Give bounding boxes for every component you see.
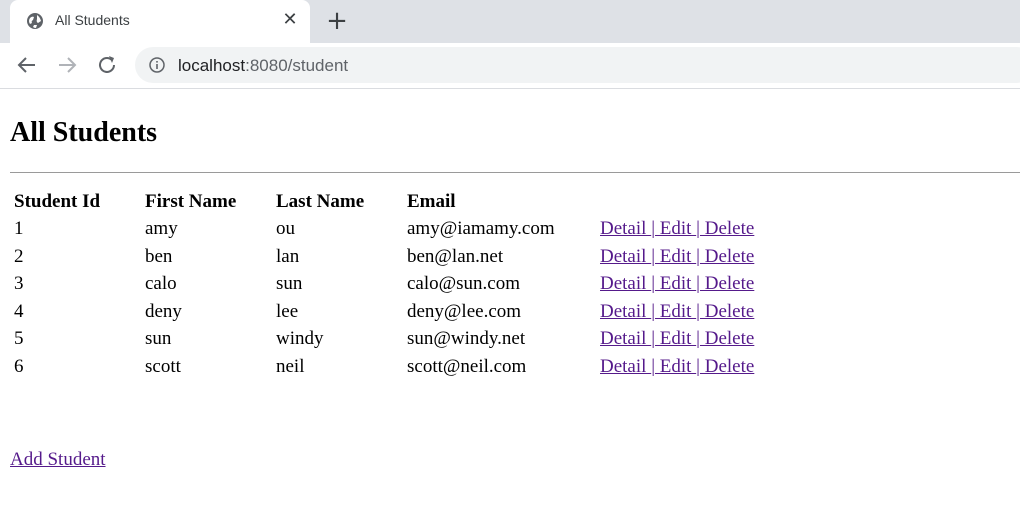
column-header-last-name: Last Name [276, 190, 365, 212]
student-id-cell: 4 [14, 300, 24, 322]
last-name-cell: windy [276, 328, 324, 350]
globe-icon [27, 13, 43, 29]
first-name-cell: sun [145, 328, 172, 350]
column-header-actions [598, 189, 756, 215]
email-cell: amy@iamamy.com [407, 218, 555, 240]
back-arrow-icon[interactable] [15, 53, 39, 77]
first-name-cell: deny [145, 300, 182, 322]
edit-link[interactable]: Edit [655, 246, 696, 267]
table-row: 4 deny lee deny@lee.com Detail | Edit | … [12, 299, 756, 325]
actions-cell: Detail | Edit | Delete [598, 327, 756, 353]
first-name-cell: scott [145, 355, 181, 377]
delete-link[interactable]: Delete [700, 301, 755, 322]
close-tab-icon[interactable]: ✕ [281, 10, 299, 30]
delete-link[interactable]: Delete [700, 356, 755, 377]
column-header-student-id: Student Id [14, 190, 101, 212]
new-tab-button[interactable]: + [325, 8, 349, 34]
delete-link[interactable]: Delete [700, 273, 755, 294]
actions-cell: Detail | Edit | Delete [598, 272, 756, 298]
table-row: 3 calo sun calo@sun.com Detail | Edit | … [12, 272, 756, 298]
student-id-cell: 6 [14, 355, 24, 377]
detail-link[interactable]: Detail [600, 301, 651, 322]
last-name-cell: sun [276, 273, 303, 295]
first-name-cell: amy [145, 218, 178, 240]
reload-icon[interactable] [95, 53, 119, 77]
edit-link[interactable]: Edit [655, 218, 696, 239]
last-name-cell: neil [276, 355, 305, 377]
actions-cell: Detail | Edit | Delete [598, 217, 756, 243]
delete-link[interactable]: Delete [700, 218, 755, 239]
info-icon[interactable] [149, 57, 165, 73]
last-name-cell: lee [276, 300, 299, 322]
detail-link[interactable]: Detail [600, 218, 651, 239]
student-id-cell: 1 [14, 218, 24, 240]
student-id-cell: 2 [14, 245, 24, 267]
email-cell: calo@sun.com [407, 273, 520, 295]
actions-cell: Detail | Edit | Delete [598, 244, 756, 270]
first-name-cell: calo [145, 273, 177, 295]
url-text[interactable]: localhost:8080/student [178, 56, 348, 76]
students-table: Student Id First Name Last Name Email 1 … [10, 187, 758, 382]
tab-strip: All Students ✕ + [0, 0, 1020, 43]
browser-toolbar: localhost:8080/student [0, 43, 1020, 89]
url-path: :8080/student [245, 56, 349, 75]
email-cell: scott@neil.com [407, 355, 527, 377]
address-bar[interactable]: localhost:8080/student [135, 47, 1020, 83]
edit-link[interactable]: Edit [655, 328, 696, 349]
actions-cell: Detail | Edit | Delete [598, 354, 756, 380]
email-cell: ben@lan.net [407, 245, 504, 267]
detail-link[interactable]: Detail [600, 328, 651, 349]
edit-link[interactable]: Edit [655, 273, 696, 294]
email-cell: deny@lee.com [407, 300, 522, 322]
table-header-row: Student Id First Name Last Name Email [12, 189, 756, 215]
delete-link[interactable]: Delete [700, 328, 755, 349]
tab-title: All Students [55, 12, 130, 28]
email-cell: sun@windy.net [407, 328, 526, 350]
forward-arrow-icon[interactable] [55, 53, 79, 77]
actions-cell: Detail | Edit | Delete [598, 299, 756, 325]
first-name-cell: ben [145, 245, 173, 267]
table-row: 1 amy ou amy@iamamy.com Detail | Edit | … [12, 217, 756, 243]
edit-link[interactable]: Edit [655, 356, 696, 377]
divider [10, 172, 1020, 173]
detail-link[interactable]: Detail [600, 246, 651, 267]
add-student-link[interactable]: Add Student [10, 449, 106, 471]
student-id-cell: 3 [14, 273, 24, 295]
page-title: All Students [10, 117, 158, 148]
table-row: 2 ben lan ben@lan.net Detail | Edit | De… [12, 244, 756, 270]
table-row: 5 sun windy sun@windy.net Detail | Edit … [12, 327, 756, 353]
student-id-cell: 5 [14, 328, 24, 350]
column-header-first-name: First Name [145, 190, 237, 212]
detail-link[interactable]: Detail [600, 273, 651, 294]
last-name-cell: lan [276, 245, 300, 267]
url-host: localhost [178, 56, 246, 75]
edit-link[interactable]: Edit [655, 301, 696, 322]
table-row: 6 scott neil scott@neil.com Detail | Edi… [12, 354, 756, 380]
column-header-email: Email [407, 190, 456, 212]
detail-link[interactable]: Detail [600, 356, 651, 377]
delete-link[interactable]: Delete [700, 246, 755, 267]
browser-tab[interactable]: All Students ✕ [10, 0, 310, 43]
last-name-cell: ou [276, 218, 295, 240]
